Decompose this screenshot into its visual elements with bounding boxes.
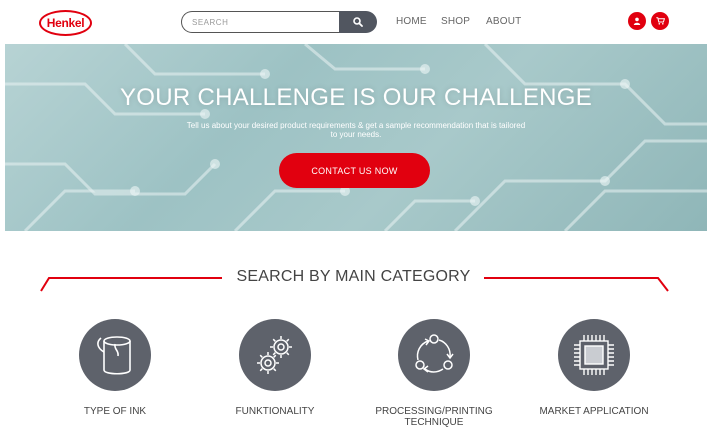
search-icon: [353, 17, 363, 27]
category-label-funktionality: FUNKTIONALITY: [205, 406, 345, 417]
category-type-of-ink[interactable]: [79, 319, 151, 391]
hero-subtitle-line-2: to your needs.: [330, 130, 382, 139]
cart-icon: [655, 17, 665, 25]
nav-about[interactable]: ABOUT: [486, 16, 521, 27]
heading-rule-right: [484, 277, 669, 292]
cart-button[interactable]: [651, 12, 669, 30]
chip-icon: [574, 335, 614, 375]
category-label-line-1: TYPE OF INK: [83, 406, 147, 417]
site-header: Henkel HOME SHOP ABOUT: [0, 0, 707, 44]
hero-banner: YOUR CHALLENGE IS OUR CHALLENGE Tell us …: [5, 44, 707, 231]
logo-text: Henkel: [46, 16, 85, 30]
search-bar: [181, 11, 377, 33]
account-button[interactable]: [628, 12, 646, 30]
user-icon: [633, 17, 641, 25]
search-input[interactable]: [181, 11, 341, 33]
hero-subtitle: Tell us about your desired product requi…: [156, 121, 556, 139]
category-label-line-1: PROCESSING/PRINTING: [375, 406, 493, 417]
category-market-application[interactable]: [558, 319, 630, 391]
category-funktionality[interactable]: [239, 319, 311, 391]
henkel-logo[interactable]: Henkel: [39, 10, 92, 36]
process-cycle-icon: [415, 334, 454, 373]
gears-icon: [257, 336, 292, 374]
nav-home[interactable]: HOME: [396, 16, 427, 27]
category-processing-printing-technique[interactable]: [398, 319, 470, 391]
category-label-line-2: TECHNIQUE: [404, 417, 464, 428]
category-label-line-1: MARKET APPLICATION: [539, 406, 649, 417]
hero-title: YOUR CHALLENGE IS OUR CHALLENGE: [119, 84, 593, 111]
category-label-processing-printing-technique: PROCESSING/PRINTING TECHNIQUE: [364, 406, 504, 428]
nav-shop[interactable]: SHOP: [441, 16, 470, 27]
category-label-market-application: MARKET APPLICATION: [524, 406, 664, 417]
category-label-type-of-ink: TYPE OF INK: [45, 406, 185, 417]
contact-us-button[interactable]: CONTACT US NOW: [279, 153, 430, 188]
search-button[interactable]: [339, 11, 377, 33]
ink-bucket-icon: [97, 336, 131, 375]
category-label-line-1: FUNKTIONALITY: [235, 406, 315, 417]
hero-subtitle-line-1: Tell us about your desired product requi…: [186, 121, 526, 130]
